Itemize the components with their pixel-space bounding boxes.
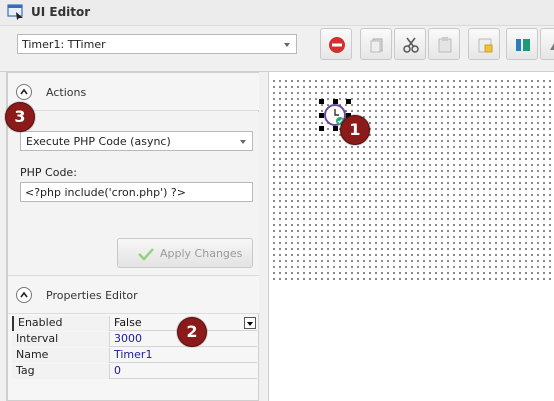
- property-row-name[interactable]: Name Timer1: [12, 348, 257, 363]
- paste-button[interactable]: [428, 28, 460, 60]
- chevron-down-icon: [240, 140, 246, 144]
- php-code-input[interactable]: <?php include('cron.php') ?>: [20, 182, 253, 202]
- design-grid[interactable]: [269, 76, 554, 281]
- selection-handle[interactable]: [319, 126, 324, 131]
- selection-handle[interactable]: [319, 99, 324, 104]
- property-row-tag[interactable]: Tag 0: [12, 364, 257, 379]
- chevron-down-icon: [284, 43, 290, 47]
- component-select-value: Timer1: TTimer: [22, 38, 106, 51]
- selection-handle[interactable]: [333, 99, 338, 104]
- more-icon: [550, 43, 554, 50]
- window-title: UI Editor: [31, 5, 91, 19]
- property-name: Tag: [12, 364, 110, 379]
- checkmark-icon: [138, 248, 154, 261]
- align-button[interactable]: [506, 28, 538, 60]
- property-value[interactable]: Timer1: [111, 348, 257, 363]
- toolbar: Timer1: TTimer: [0, 26, 554, 72]
- properties-section-header[interactable]: Properties Editor: [8, 276, 259, 314]
- property-row-interval[interactable]: Interval 3000: [12, 332, 257, 347]
- align-icon: [516, 39, 530, 51]
- copy-button[interactable]: [360, 28, 392, 60]
- property-value[interactable]: 0: [111, 364, 257, 379]
- properties-section-title: Properties Editor: [46, 289, 138, 302]
- apply-changes-label: Apply Changes: [160, 247, 243, 260]
- cut-icon: [403, 37, 419, 53]
- more-button[interactable]: [540, 28, 554, 60]
- action-type-select[interactable]: Execute PHP Code (async): [20, 131, 253, 151]
- actions-section-title: Actions: [46, 86, 87, 99]
- php-code-label: PHP Code:: [20, 166, 77, 179]
- dropdown-arrow-icon[interactable]: [244, 317, 256, 329]
- callout-badge-2: 2: [177, 317, 207, 347]
- callout-badge-3: 3: [5, 102, 35, 132]
- copy-icon: [370, 38, 383, 53]
- app-window-icon: [7, 4, 23, 20]
- property-name: Name: [12, 348, 110, 363]
- apply-changes-button[interactable]: Apply Changes: [117, 238, 253, 268]
- paste-special-icon: [478, 38, 493, 53]
- left-panel: Actions Execute PHP Code (async) PHP Cod…: [6, 72, 259, 401]
- actions-body: Execute PHP Code (async) PHP Code: <?php…: [8, 112, 259, 276]
- collapse-icon[interactable]: [16, 287, 32, 303]
- property-name: Interval: [12, 332, 110, 347]
- action-type-value: Execute PHP Code (async): [26, 135, 171, 148]
- window-titlebar: UI Editor: [0, 0, 554, 26]
- delete-button[interactable]: [320, 28, 352, 60]
- cut-button[interactable]: [394, 28, 426, 60]
- paste-special-button[interactable]: [468, 28, 500, 60]
- php-code-value: <?php include('cron.php') ?>: [25, 186, 186, 199]
- selection-handle[interactable]: [319, 113, 324, 118]
- selection-handle[interactable]: [333, 126, 338, 131]
- callout-badge-1: 1: [340, 115, 370, 145]
- form-designer[interactable]: [268, 72, 554, 401]
- property-row-enabled[interactable]: Enabled False: [12, 316, 257, 331]
- component-select[interactable]: Timer1: TTimer: [17, 34, 297, 54]
- paste-icon: [438, 37, 452, 53]
- actions-section-header[interactable]: Actions: [8, 73, 259, 111]
- delete-icon: [329, 37, 345, 53]
- selection-handle[interactable]: [346, 99, 351, 104]
- collapse-icon[interactable]: [16, 84, 32, 100]
- property-name: Enabled: [12, 316, 110, 331]
